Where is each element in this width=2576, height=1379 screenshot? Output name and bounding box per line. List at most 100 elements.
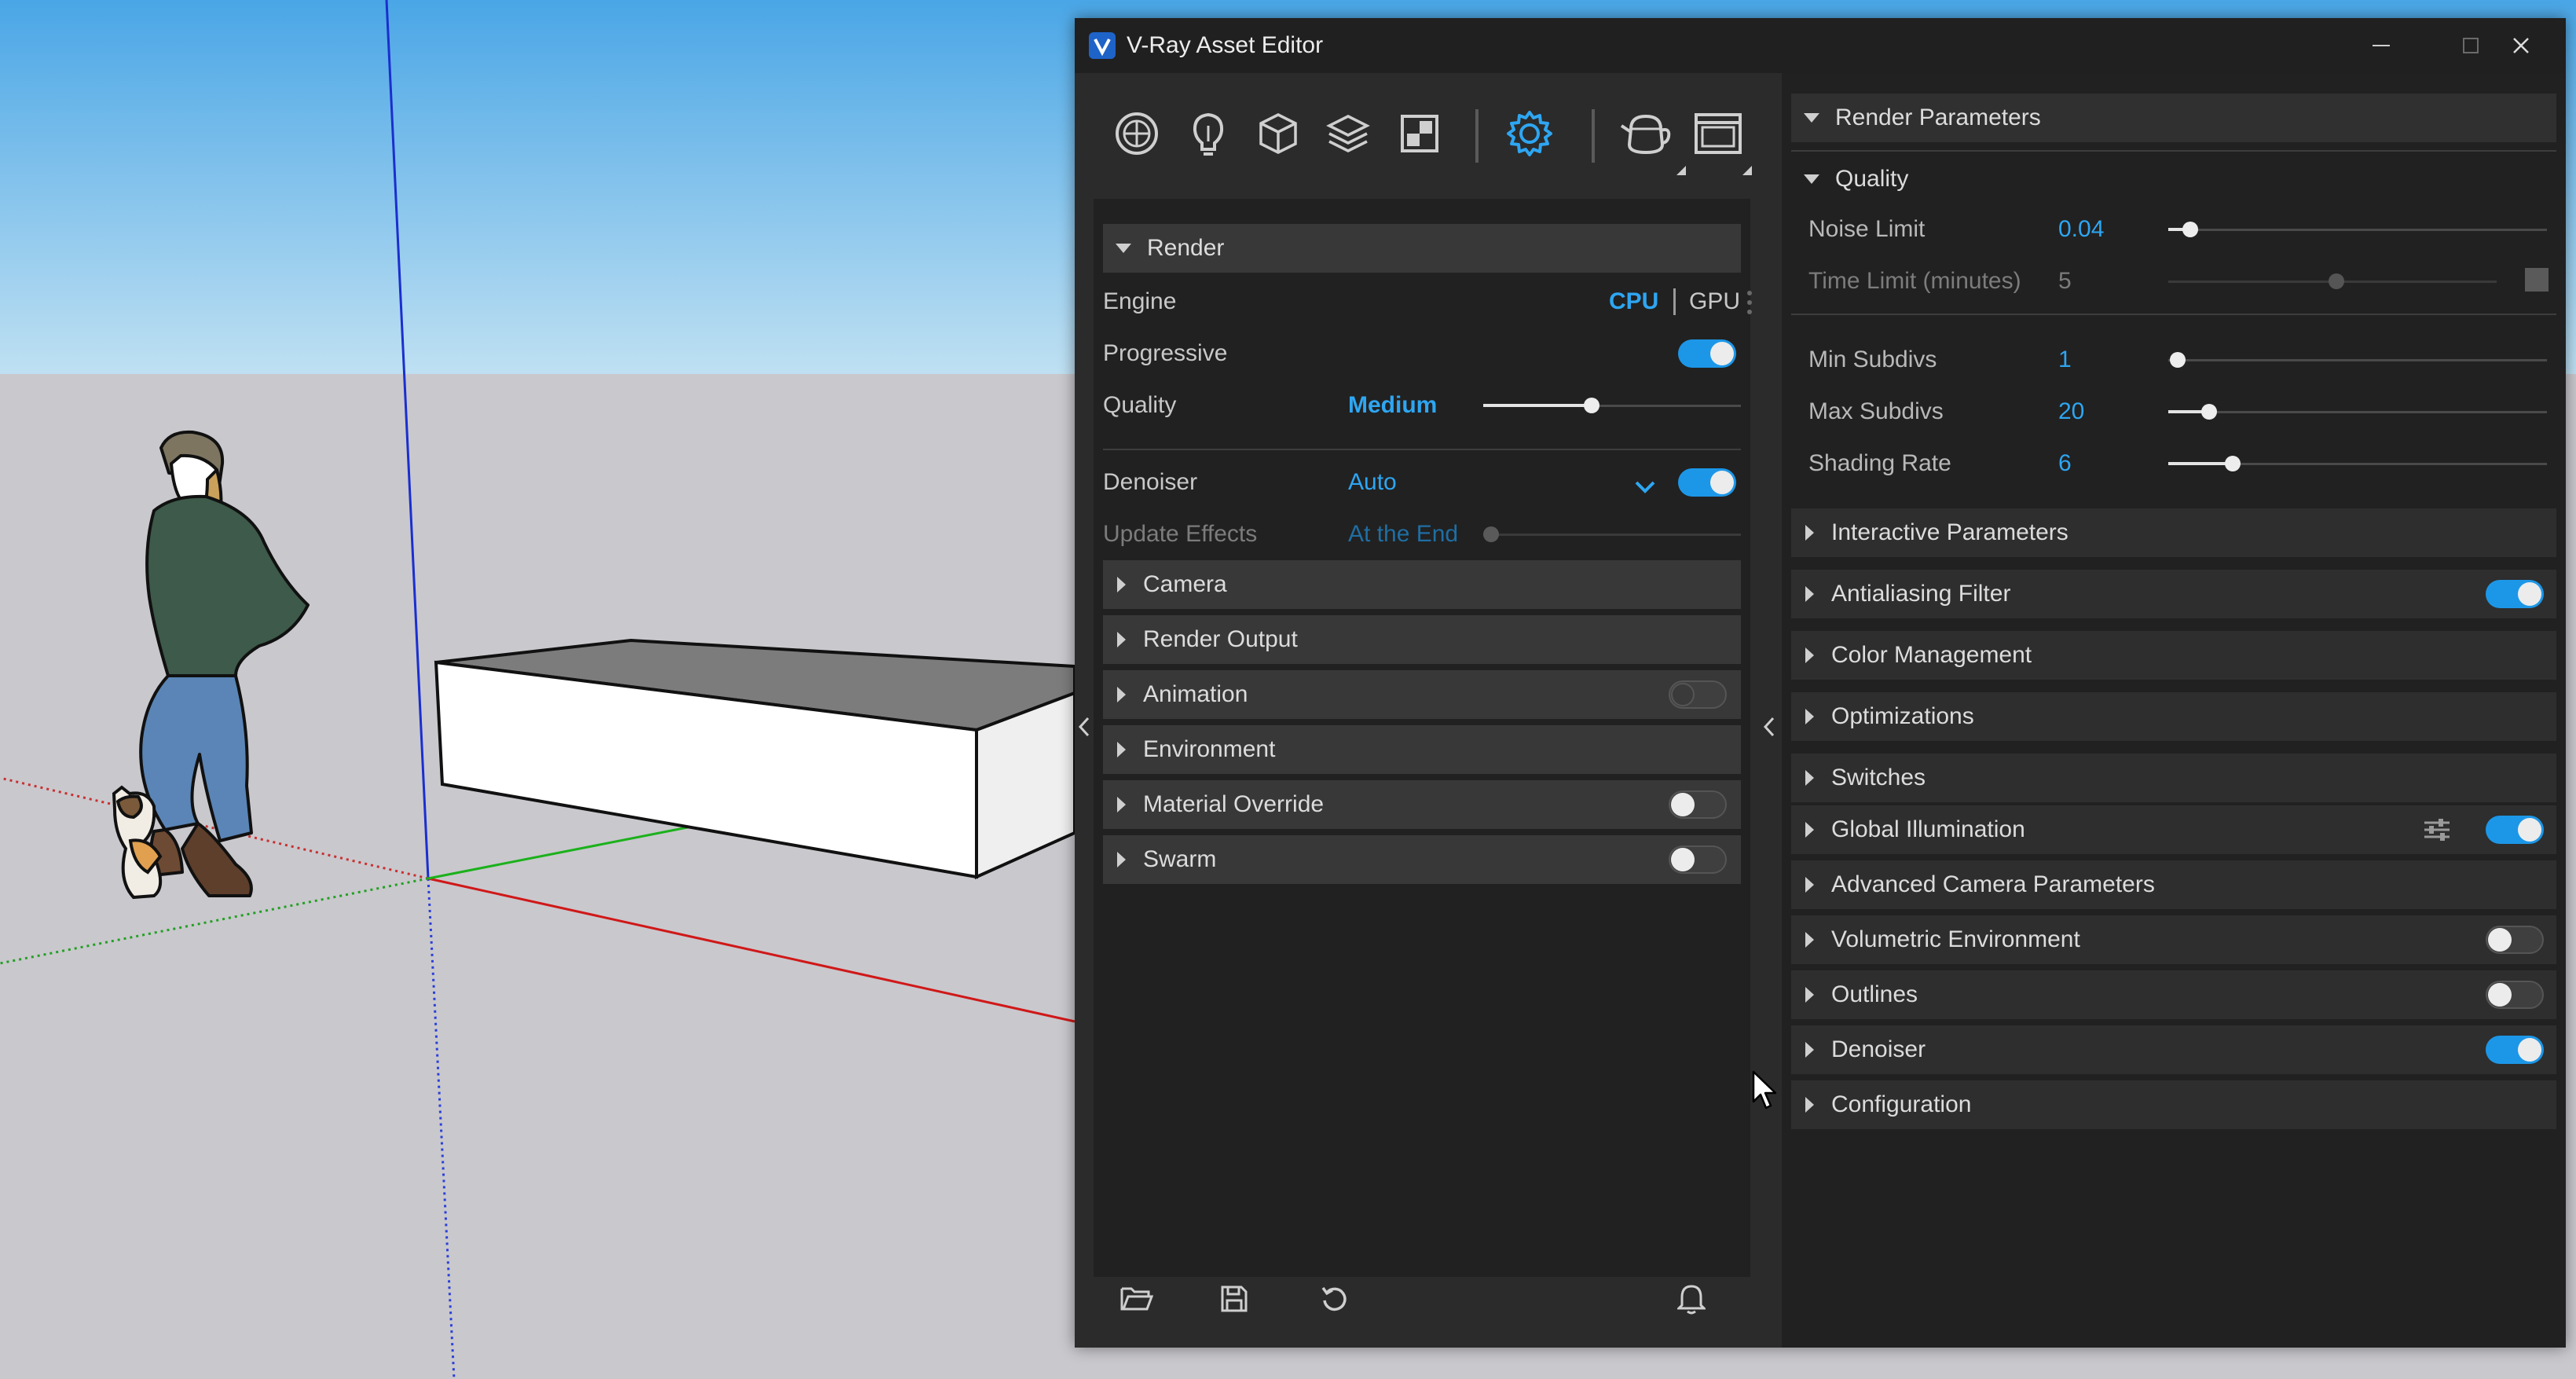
shading-rate-value[interactable]: 6 (2058, 450, 2072, 477)
shading-rate-label: Shading Rate (1808, 450, 1951, 476)
section-advanced-camera-parameters[interactable]: Advanced Camera Parameters (1791, 860, 2556, 909)
swarm-toggle[interactable] (1669, 845, 1727, 874)
outlines-toggle[interactable] (2486, 981, 2544, 1009)
min-subdivs-value[interactable]: 1 (2058, 347, 2072, 373)
antialiasing-filter-toggle[interactable] (2486, 580, 2544, 608)
collapse-right-panel-icon[interactable] (1760, 711, 1779, 743)
frame-buffer-icon[interactable] (1691, 106, 1746, 161)
section-material-override[interactable]: Material Override (1103, 780, 1741, 829)
section-switches[interactable]: Switches (1791, 754, 2556, 802)
noise-limit-slider-track[interactable] (2168, 229, 2547, 231)
category-toolbar (1094, 73, 1752, 199)
quality-slider-fill (1483, 404, 1593, 407)
min-subdivs-slider-thumb[interactable] (2170, 352, 2186, 368)
section-camera[interactable]: Camera (1103, 560, 1741, 609)
section-color-management[interactable]: Color Management (1791, 631, 2556, 680)
geometry-icon[interactable] (1251, 106, 1306, 161)
max-subdivs-slider-track[interactable] (2168, 411, 2547, 413)
engine-more-icon[interactable] (1747, 290, 1752, 321)
update-effects-value: At the End (1348, 521, 1459, 547)
expand-caret-icon (1805, 586, 1814, 602)
section-configuration-label: Configuration (1831, 1091, 1972, 1117)
section-environment[interactable]: Environment (1103, 725, 1741, 774)
denoiser-section-toggle[interactable] (2486, 1036, 2544, 1064)
max-subdivs-value[interactable]: 20 (2058, 398, 2084, 425)
quality-subheader[interactable]: Quality (1791, 155, 2556, 204)
quality-slider-thumb[interactable] (1584, 398, 1599, 413)
layers-icon[interactable] (1321, 106, 1376, 161)
section-volumetric-environment-label: Volumetric Environment (1831, 926, 2080, 952)
quality-row: Quality Medium (1103, 381, 1741, 430)
denoiser-row: Denoiser Auto (1103, 458, 1741, 507)
noise-limit-value[interactable]: 0.04 (2058, 216, 2104, 243)
time-limit-label: Time Limit (minutes) (1808, 268, 2021, 294)
expand-caret-icon (1116, 244, 1131, 253)
lights-icon[interactable] (1181, 106, 1236, 161)
open-folder-icon[interactable] (1117, 1282, 1156, 1316)
denoiser-label: Denoiser (1103, 469, 1198, 495)
section-configuration[interactable]: Configuration (1791, 1080, 2556, 1129)
render-parameters-header[interactable]: Render Parameters (1791, 94, 2556, 142)
mouse-cursor-icon (1752, 1070, 1779, 1115)
section-denoiser[interactable]: Denoiser (1791, 1025, 2556, 1074)
time-limit-row: Time Limit (minutes) 5 (1791, 257, 2556, 306)
section-antialiasing-filter[interactable]: Antialiasing Filter (1791, 570, 2556, 618)
expand-caret-icon (1117, 852, 1126, 867)
section-render[interactable]: Render (1103, 224, 1741, 273)
section-swarm[interactable]: Swarm (1103, 835, 1741, 884)
global-illumination-toggle[interactable] (2486, 816, 2544, 844)
max-subdivs-slider-thumb[interactable] (2201, 404, 2217, 420)
section-material-override-label: Material Override (1143, 791, 1325, 817)
time-limit-checkbox[interactable] (2525, 268, 2549, 292)
teapot-dropdown-indicator (1676, 166, 1686, 175)
section-render-output-label: Render Output (1143, 626, 1298, 652)
engine-label: Engine (1103, 288, 1177, 314)
minimize-button[interactable] (2338, 18, 2424, 73)
quality-value: Medium (1348, 392, 1438, 418)
chevron-down-icon[interactable] (1634, 474, 1656, 501)
denoiser-toggle[interactable] (1678, 468, 1736, 497)
expand-caret-icon (1117, 742, 1126, 757)
material-override-toggle[interactable] (1669, 790, 1727, 819)
section-antialiasing-filter-label: Antialiasing Filter (1831, 581, 2011, 607)
noise-limit-slider-thumb[interactable] (2182, 222, 2198, 237)
render-teapot-icon[interactable] (1618, 106, 1673, 161)
title-bar[interactable]: V-Ray Asset Editor (1075, 18, 2566, 73)
sliders-icon[interactable] (2423, 816, 2451, 849)
window-title: V-Ray Asset Editor (1127, 32, 1324, 58)
reset-icon[interactable] (1315, 1282, 1354, 1316)
section-interactive-parameters[interactable]: Interactive Parameters (1791, 508, 2556, 557)
denoiser-value[interactable]: Auto (1348, 469, 1397, 496)
expand-caret-icon (1805, 932, 1814, 948)
close-button[interactable] (2476, 18, 2566, 73)
section-render-output[interactable]: Render Output (1103, 615, 1741, 664)
divider (1103, 449, 1741, 450)
notifications-icon[interactable] (1672, 1282, 1711, 1316)
engine-cpu-option[interactable]: CPU (1609, 288, 1658, 315)
engine-row: Engine CPU GPU (1103, 277, 1752, 326)
shading-rate-slider-thumb[interactable] (2225, 456, 2241, 471)
expand-caret-icon (1804, 113, 1819, 123)
expand-caret-icon (1805, 525, 1814, 541)
volumetric-environment-toggle[interactable] (2486, 926, 2544, 954)
collapse-left-icon[interactable] (1075, 711, 1094, 743)
settings-icon[interactable] (1502, 106, 1557, 161)
save-icon[interactable] (1215, 1282, 1254, 1316)
bottom-bar (1094, 1277, 1750, 1321)
textures-icon[interactable] (1392, 106, 1447, 161)
min-subdivs-slider-track[interactable] (2168, 359, 2547, 361)
expand-caret-icon (1805, 987, 1814, 1003)
section-global-illumination[interactable]: Global Illumination (1791, 805, 2556, 854)
section-optimizations[interactable]: Optimizations (1791, 692, 2556, 741)
animation-toggle[interactable] (1669, 680, 1727, 709)
engine-gpu-option[interactable]: GPU (1689, 288, 1740, 315)
section-denoiser-label: Denoiser (1831, 1036, 1926, 1062)
section-volumetric-environment[interactable]: Volumetric Environment (1791, 915, 2556, 964)
materials-icon[interactable] (1109, 106, 1164, 161)
expand-caret-icon (1805, 770, 1814, 786)
section-render-label: Render (1147, 235, 1225, 261)
section-animation[interactable]: Animation (1103, 670, 1741, 719)
progressive-toggle[interactable] (1678, 339, 1736, 368)
section-outlines[interactable]: Outlines (1791, 970, 2556, 1019)
toolbar-divider (1475, 109, 1479, 163)
